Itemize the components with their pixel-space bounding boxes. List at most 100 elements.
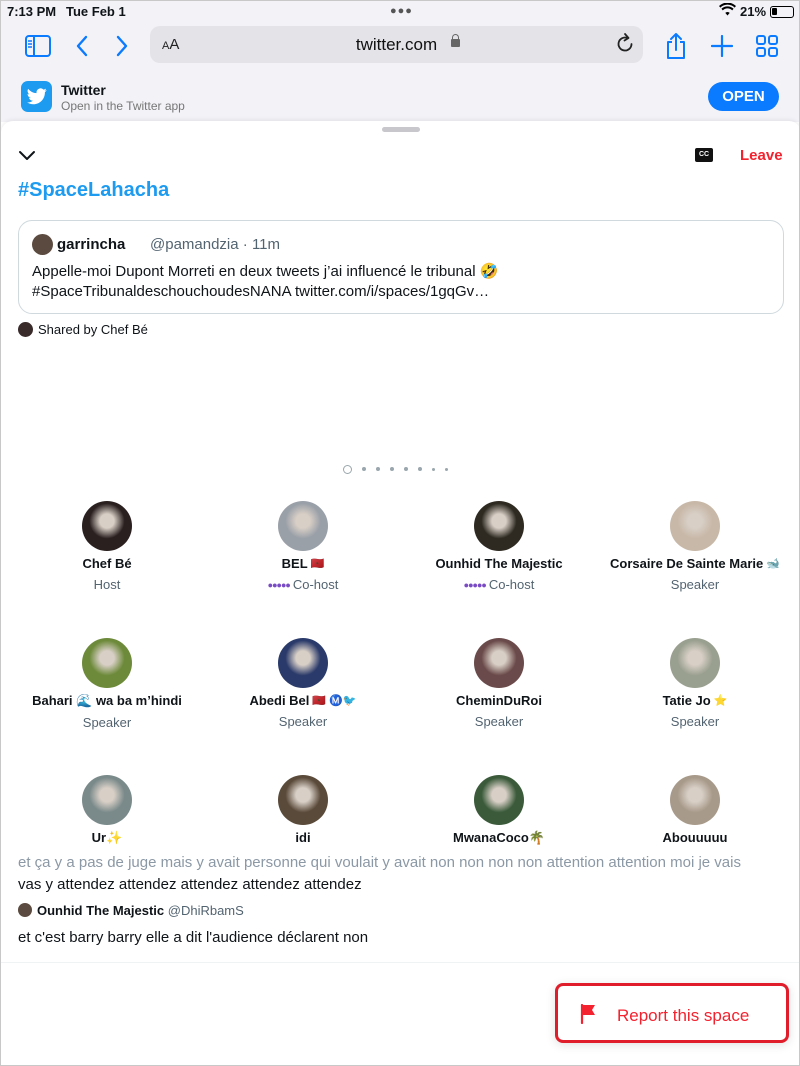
speaker-role-text: Speaker <box>670 714 720 729</box>
address-bar[interactable]: AA twitter.com <box>150 26 643 63</box>
speaker-name: CheminDuRoi <box>401 693 597 708</box>
caption-faded-line: et ça y a pas de juge mais y avait perso… <box>18 856 741 871</box>
leave-button[interactable]: Leave <box>740 147 783 164</box>
speaker-tile[interactable]: idi <box>205 775 401 845</box>
speaker-name-text: Abedi Bel <box>249 693 310 708</box>
speaker-tile[interactable]: Tatie Jo ⭐ Speaker <box>597 638 793 729</box>
caption-line: et c'est barry barry elle a dit l'audien… <box>18 929 369 946</box>
speaker-badge: ⭐ <box>713 695 728 707</box>
speaking-indicator-icon: ●●●●● <box>463 580 487 590</box>
pager-dot <box>390 467 394 471</box>
pager-dot <box>343 464 352 474</box>
speaker-tile[interactable]: BEL 🇲🇦 ●●●●● Co-host <box>205 501 401 592</box>
speaker-role: Speaker <box>9 715 205 730</box>
speaker-name: Ur✨ <box>9 830 205 846</box>
status-time: 7:13 PM <box>7 4 57 19</box>
divider <box>1 962 799 963</box>
speaker-role: Speaker <box>205 714 401 729</box>
speaker-badge: 🐋 <box>766 558 780 570</box>
avatar <box>32 234 53 255</box>
pinned-tweet-card[interactable]: garrincha @pamandzia · 11m Appelle-moi D… <box>18 220 784 314</box>
speaking-indicator-icon: ●●●●● <box>267 580 291 590</box>
avatar <box>474 775 524 825</box>
multitasking-dots-icon[interactable]: ●●● <box>390 5 413 17</box>
wifi-icon <box>719 2 736 19</box>
speaker-tile[interactable]: MwanaCoco🌴 <box>401 775 597 846</box>
speaker-name: idi <box>205 830 401 845</box>
captions-button[interactable]: CC <box>695 148 713 162</box>
speaker-name: Tatie Jo ⭐ <box>597 693 793 708</box>
avatar <box>278 638 328 688</box>
sidebar-icon[interactable] <box>23 31 53 61</box>
reload-icon[interactable] <box>615 32 635 59</box>
speaker-name-text: Tatie Jo <box>662 693 711 708</box>
status-date: Tue Feb 1 <box>66 4 126 19</box>
banner-app-name: Twitter <box>61 82 106 98</box>
avatar <box>82 501 132 551</box>
pager-dot <box>404 467 408 471</box>
avatar <box>670 638 720 688</box>
back-icon[interactable] <box>67 31 97 61</box>
status-bar: 7:13 PM Tue Feb 1 ●●● 21% <box>1 1 799 23</box>
avatar <box>82 775 132 825</box>
tweet-author: garrincha <box>57 236 126 253</box>
speaker-tile[interactable]: Ur✨ <box>9 775 205 846</box>
speaker-tile[interactable]: Abedi Bel 🇲🇦 Ⓜ️🐦 Speaker <box>205 638 401 729</box>
speaker-role-text: Speaker <box>474 714 524 729</box>
new-tab-icon[interactable] <box>707 31 737 61</box>
tweet-text-line1: Appelle-moi Dupont Morreti en deux tweet… <box>32 263 499 280</box>
speaker-tile[interactable]: Ounhid The Majestic ●●●●● Co-host <box>401 501 597 592</box>
pager-dot <box>418 467 422 471</box>
tweet-text-line2: #SpaceTribunaldeschouchoudesNANA twitter… <box>32 283 490 300</box>
speaker-role-text: Co-host <box>292 577 339 592</box>
shared-by: Shared by Chef Bé <box>18 322 148 337</box>
speaker-badge: 🇲🇦 Ⓜ️🐦 <box>312 695 357 707</box>
speaker-role: ●●●●● Co-host <box>205 577 401 592</box>
report-space-button[interactable]: Report this space <box>555 983 789 1043</box>
share-icon[interactable] <box>661 31 691 61</box>
pinned-pager-dots[interactable] <box>343 464 448 474</box>
battery-percent: 21% <box>740 4 767 19</box>
speaker-name: Corsaire De Sainte Marie 🐋 <box>597 556 793 571</box>
speaker-role-text: Host <box>93 577 121 592</box>
avatar <box>474 501 524 551</box>
pager-dot <box>445 467 448 471</box>
speaker-name: Ounhid The Majestic <box>401 556 597 571</box>
battery-icon <box>770 6 794 18</box>
speaker-tile[interactable]: CheminDuRoi Speaker <box>401 638 597 729</box>
pager-dot <box>376 467 380 471</box>
caption-speaker-handle: @DhiRbamS <box>167 903 244 918</box>
space-sheet: CC Leave #SpaceLahacha garrincha @pamand… <box>1 121 799 1065</box>
avatar <box>670 501 720 551</box>
collapse-chevron-icon[interactable] <box>18 149 36 167</box>
speaker-role-text: Speaker <box>670 577 720 592</box>
caption-line: vas y attendez attendez attendez attende… <box>18 876 362 893</box>
avatar <box>278 501 328 551</box>
speaker-tile[interactable]: Abouuuuu <box>597 775 793 845</box>
speaker-role: Host <box>9 577 205 592</box>
speaker-name-text: Corsaire De Sainte Marie <box>610 556 764 571</box>
speaker-name-text: CheminDuRoi <box>456 693 542 708</box>
speaker-name: Chef Bé <box>9 556 205 571</box>
forward-icon[interactable] <box>107 31 137 61</box>
speaker-name: BEL 🇲🇦 <box>205 556 401 571</box>
speaker-tile[interactable]: Corsaire De Sainte Marie 🐋 Speaker <box>597 501 793 592</box>
speaker-role-text: Speaker <box>82 715 132 730</box>
pager-dot <box>362 467 366 471</box>
speaker-tile[interactable]: Chef Bé Host <box>9 501 205 592</box>
speaker-name: Abouuuuu <box>597 830 793 845</box>
open-app-button[interactable]: OPEN <box>708 82 779 111</box>
speaker-role: ●●●●● Co-host <box>401 577 597 592</box>
lock-icon <box>451 34 460 47</box>
sheet-grabber[interactable] <box>382 127 420 132</box>
tweet-handle: @pamandzia · 11m <box>150 236 281 253</box>
speaker-name: MwanaCoco🌴 <box>401 830 597 846</box>
speaker-badge: 🇲🇦 <box>310 558 325 570</box>
tabs-overview-icon[interactable] <box>752 31 782 61</box>
smart-app-banner: Twitter Open in the Twitter app OPEN <box>1 71 799 122</box>
speaker-name: Abedi Bel 🇲🇦 Ⓜ️🐦 <box>205 693 401 708</box>
url-domain: twitter.com <box>355 35 438 54</box>
pager-dot <box>432 467 435 471</box>
avatar <box>82 638 132 688</box>
speaker-tile[interactable]: Bahari 🌊 wa ba m’hindi Speaker <box>9 638 205 730</box>
